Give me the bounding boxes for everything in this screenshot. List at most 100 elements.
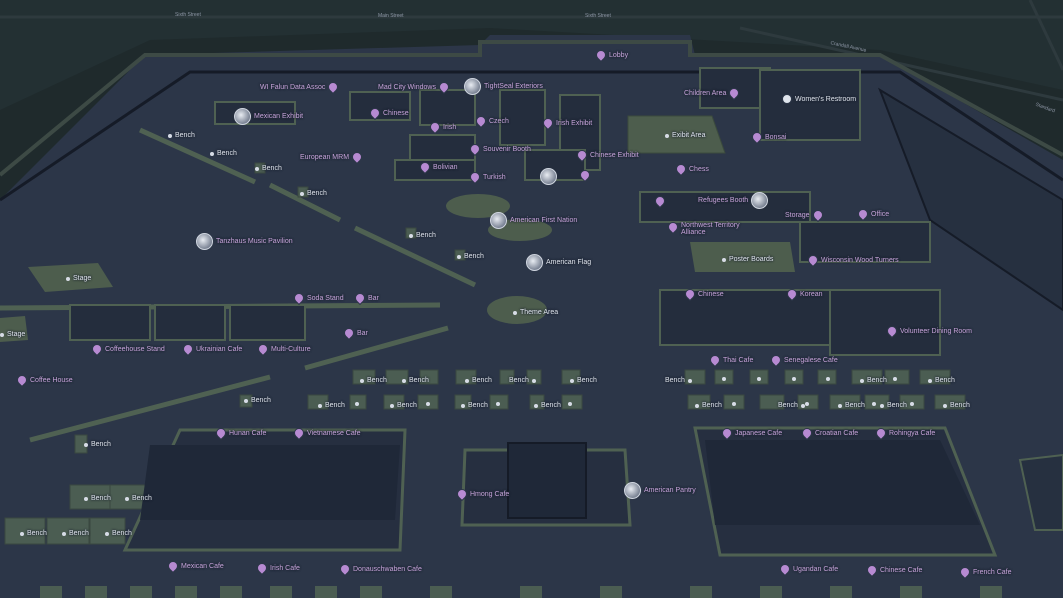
bench-label[interactable]: Bench: [465, 377, 492, 384]
bench-label[interactable]: Bench: [318, 402, 345, 409]
bench-label[interactable]: Bench: [360, 377, 387, 384]
poi-bonsai[interactable]: Bonsai: [749, 129, 786, 145]
poi-chinese-exhibit[interactable]: Chinese Exhibit: [574, 147, 639, 163]
bench-label[interactable]: Bench: [534, 402, 561, 409]
bench-label[interactable]: Bench: [105, 530, 132, 537]
bench-label[interactable]: Bench: [168, 132, 195, 139]
bench-label[interactable]: Bench: [880, 402, 907, 409]
poi-coffee-house[interactable]: Coffee House: [14, 372, 73, 388]
poi-children-area[interactable]: Children Area: [684, 85, 742, 101]
poi-hmong-cafe[interactable]: Hmong Cafe: [454, 486, 509, 502]
poi-chinese-cafe[interactable]: Chinese Cafe: [864, 562, 922, 578]
bench-label[interactable]: [893, 377, 897, 381]
poi-korean[interactable]: Korean: [784, 286, 823, 302]
bench-label[interactable]: Bench: [695, 402, 722, 409]
poi-mexican-exhibit[interactable]: Mexican Exhibit: [234, 108, 303, 125]
bench-label[interactable]: Bench: [838, 402, 865, 409]
poi-office[interactable]: Office: [855, 206, 889, 222]
bench-label[interactable]: Bench: [210, 150, 237, 157]
poi-hunan-cafe[interactable]: Hunan Cafe: [213, 425, 266, 441]
poi-refugees-booth[interactable]: Refugees Booth: [652, 192, 769, 209]
bench-label[interactable]: [872, 402, 876, 406]
poi-wi-falun[interactable]: WI Falun Data Assoc: [260, 79, 341, 95]
bench-label[interactable]: [910, 402, 914, 406]
bench-label[interactable]: Bench: [509, 377, 536, 384]
poi-ugandan-cafe[interactable]: Ugandan Cafe: [777, 561, 838, 577]
poi-bolivian[interactable]: Bolivian: [417, 159, 458, 175]
bench-label[interactable]: [426, 402, 430, 406]
poi-theme-area[interactable]: Theme Area: [513, 309, 558, 316]
poi-souvenir-booth[interactable]: Souvenir Booth: [467, 141, 531, 157]
poi-mad-city[interactable]: Mad City Windows: [378, 79, 452, 95]
bench-label[interactable]: Bench: [84, 441, 111, 448]
bench-label[interactable]: Bench: [244, 397, 271, 404]
poi-senegalese-cafe[interactable]: Senegalese Cafe: [768, 352, 838, 368]
poi-japanese-cafe[interactable]: Japanese Cafe: [719, 425, 782, 441]
bench-label[interactable]: Bench: [860, 377, 887, 384]
poi-bar-2[interactable]: Bar: [341, 325, 368, 341]
poi-american-first-nation[interactable]: American First Nation: [490, 212, 577, 229]
bench-label[interactable]: Bench: [409, 232, 436, 239]
venue-map[interactable]: Sixth Street Main Street Sixth Street Cr…: [0, 0, 1063, 598]
poi-bar[interactable]: Bar: [352, 290, 379, 306]
bench-label[interactable]: Bench: [62, 530, 89, 537]
poi-volunteer-dining[interactable]: Volunteer Dining Room: [884, 323, 972, 339]
poi-ukrainian-cafe[interactable]: Ukrainian Cafe: [180, 341, 242, 357]
poi-european-mrm[interactable]: European MRM: [300, 149, 365, 165]
poi-poster-boards[interactable]: Poster Boards: [722, 256, 773, 263]
bench-label[interactable]: [792, 377, 796, 381]
bench-label[interactable]: Bench: [255, 165, 282, 172]
poi-donauschwaben-cafe[interactable]: Donauschwaben Cafe: [337, 561, 422, 577]
bench-label[interactable]: [826, 377, 830, 381]
bench-label[interactable]: Bench: [778, 402, 805, 409]
bench-label[interactable]: Bench: [402, 377, 429, 384]
poi-thai-cafe[interactable]: Thai Cafe: [707, 352, 753, 368]
poi-multi-culture[interactable]: Multi-Culture: [255, 341, 311, 357]
poi-czech[interactable]: Czech: [473, 113, 509, 129]
bench-label[interactable]: Bench: [300, 190, 327, 197]
bench-label[interactable]: Bench: [570, 377, 597, 384]
poi-photo-booth[interactable]: [540, 168, 557, 185]
bench-label[interactable]: Bench: [461, 402, 488, 409]
poi-rohingya-cafe[interactable]: Rohingya Cafe: [873, 425, 935, 441]
bench-label[interactable]: [355, 402, 359, 406]
poi-mexican-cafe[interactable]: Mexican Cafe: [165, 558, 224, 574]
bench-label[interactable]: Bench: [943, 402, 970, 409]
poi-northwest-territory[interactable]: Northwest Territory Alliance: [665, 219, 751, 236]
poi-storage[interactable]: Storage: [785, 207, 825, 223]
bench-label[interactable]: Bench: [928, 377, 955, 384]
poi-stage-west[interactable]: Stage: [0, 331, 25, 338]
poi-irish[interactable]: Irish: [427, 119, 456, 135]
bench-label[interactable]: Bench: [20, 530, 47, 537]
bench-label[interactable]: [722, 377, 726, 381]
poi-chinese[interactable]: Chinese: [367, 105, 409, 121]
poi-stage[interactable]: Stage: [66, 275, 91, 282]
bench-label[interactable]: [732, 402, 736, 406]
poi-irish-cafe[interactable]: Irish Cafe: [254, 560, 300, 576]
bench-label[interactable]: [496, 402, 500, 406]
poi-unnamed-pin[interactable]: [577, 167, 593, 183]
poi-tightseal[interactable]: TightSeal Exteriors: [464, 78, 543, 95]
poi-exibit-area[interactable]: Exibit Area: [665, 132, 705, 139]
bench-label[interactable]: Bench: [84, 495, 111, 502]
bench-label[interactable]: [568, 402, 572, 406]
bench-label[interactable]: Bench: [390, 402, 417, 409]
poi-soda-stand[interactable]: Soda Stand: [291, 290, 344, 306]
bench-label[interactable]: Bench: [125, 495, 152, 502]
poi-chess[interactable]: Chess: [673, 161, 709, 177]
poi-lobby[interactable]: Lobby: [593, 47, 628, 63]
poi-american-flag[interactable]: American Flag: [526, 254, 591, 271]
bench-label[interactable]: Bench: [457, 253, 484, 260]
bench-label[interactable]: [757, 377, 761, 381]
poi-chinese-2[interactable]: Chinese: [682, 286, 724, 302]
poi-coffeehouse-stand[interactable]: Coffeehouse Stand: [89, 341, 165, 357]
poi-vietnamese-cafe[interactable]: Vietnamese Cafe: [291, 425, 361, 441]
poi-wisconsin-wood[interactable]: Wisconsin Wood Turners: [805, 252, 899, 268]
poi-irish-exhibit[interactable]: Irish Exhibit: [540, 115, 592, 131]
poi-croatian-cafe[interactable]: Croatian Cafe: [799, 425, 858, 441]
bench-label[interactable]: [805, 402, 809, 406]
poi-tanzhaus[interactable]: Tanzhaus Music Pavilion: [196, 233, 293, 250]
poi-french-cafe[interactable]: French Cafe: [957, 564, 1012, 580]
poi-turkish[interactable]: Turkish: [467, 169, 506, 185]
bench-label[interactable]: Bench: [665, 377, 692, 384]
